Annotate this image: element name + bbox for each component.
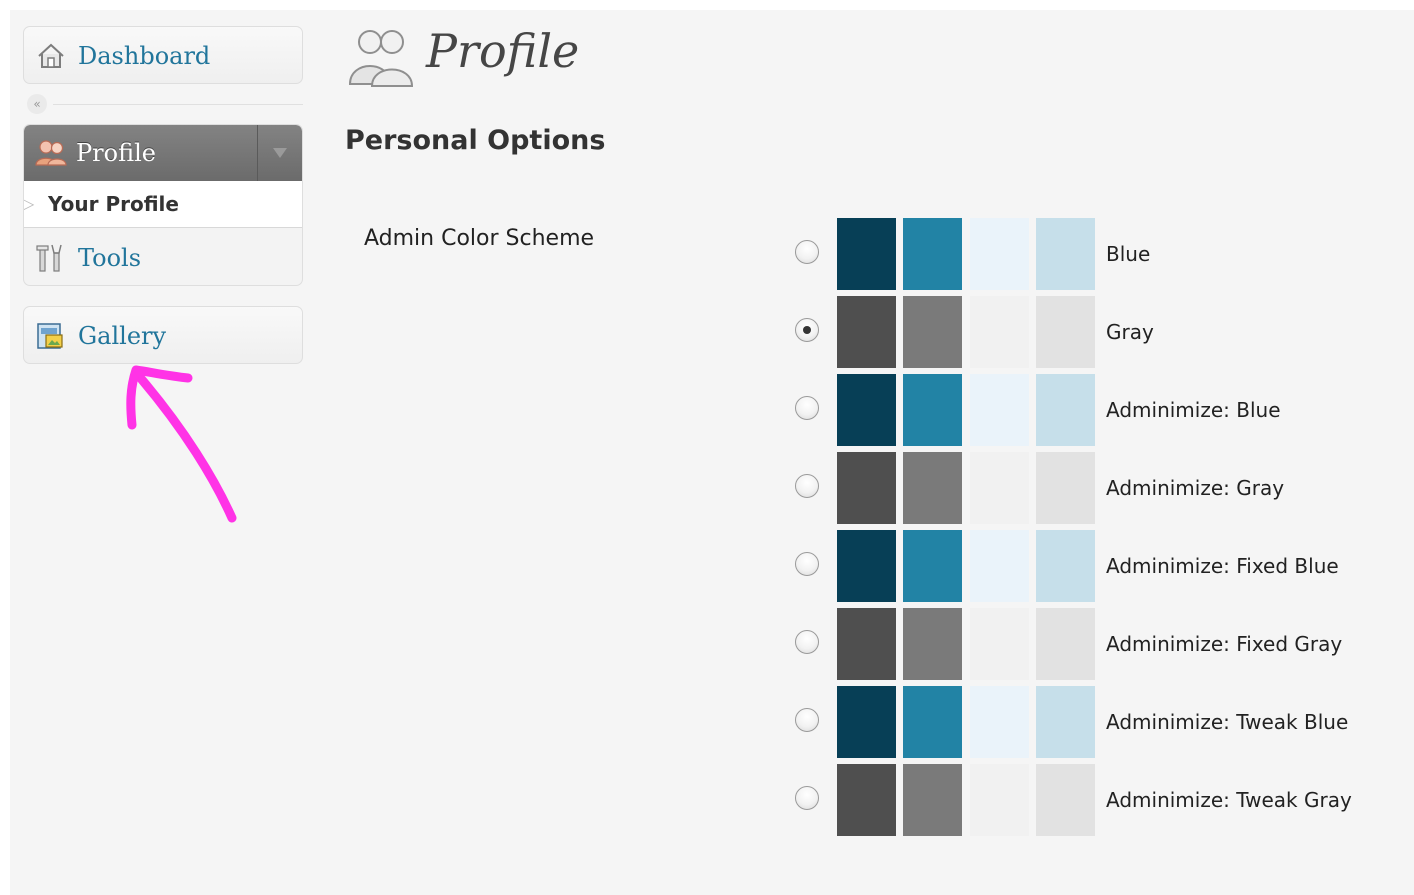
- hand-drawn-arrow-icon: [126, 365, 237, 523]
- color-swatch[interactable]: [903, 452, 962, 524]
- color-scheme-label[interactable]: Gray: [1106, 320, 1154, 344]
- tools-link[interactable]: Tools: [24, 229, 302, 285]
- color-scheme-radio[interactable]: [795, 630, 819, 654]
- dashboard-label: Dashboard: [78, 42, 211, 70]
- profile-menu-label: Profile: [76, 139, 156, 167]
- color-swatch[interactable]: [903, 530, 962, 602]
- color-swatch[interactable]: [1036, 296, 1095, 368]
- color-swatch[interactable]: [837, 218, 896, 290]
- color-swatch[interactable]: [1036, 374, 1095, 446]
- page-title: Profile: [426, 24, 580, 78]
- color-scheme-option[interactable]: Gray: [790, 296, 1410, 368]
- color-swatch[interactable]: [1036, 452, 1095, 524]
- color-swatch[interactable]: [837, 374, 896, 446]
- color-swatch[interactable]: [903, 296, 962, 368]
- color-scheme-option[interactable]: Adminimize: Tweak Gray: [790, 764, 1410, 836]
- color-scheme-label[interactable]: Adminimize: Fixed Blue: [1106, 554, 1339, 578]
- submenu-label: Your Profile: [48, 192, 179, 216]
- admin-color-scheme-label: Admin Color Scheme: [364, 226, 595, 251]
- color-scheme-option[interactable]: Adminimize: Tweak Blue: [790, 686, 1410, 758]
- color-swatch[interactable]: [970, 452, 1029, 524]
- tools-icon: [34, 243, 68, 273]
- color-scheme-option[interactable]: Blue: [790, 218, 1410, 290]
- color-swatch[interactable]: [903, 218, 962, 290]
- color-swatch[interactable]: [1036, 764, 1095, 836]
- color-swatch[interactable]: [903, 374, 962, 446]
- color-scheme-option[interactable]: Adminimize: Fixed Gray: [790, 608, 1410, 680]
- menu-toggle-arrow[interactable]: [257, 125, 302, 181]
- menu-separator: «: [23, 94, 303, 114]
- users-icon: [346, 26, 416, 90]
- gallery-label: Gallery: [78, 322, 167, 350]
- color-swatch[interactable]: [1036, 218, 1095, 290]
- color-scheme-radio[interactable]: [795, 552, 819, 576]
- color-swatch[interactable]: [903, 686, 962, 758]
- color-swatch[interactable]: [903, 608, 962, 680]
- submenu-your-profile[interactable]: ▷ Your Profile: [24, 181, 302, 228]
- color-swatch[interactable]: [837, 686, 896, 758]
- gallery-icon: [34, 321, 68, 351]
- color-swatch[interactable]: [837, 452, 896, 524]
- color-swatch[interactable]: [970, 530, 1029, 602]
- separator-line: [53, 104, 303, 105]
- color-scheme-radio[interactable]: [795, 318, 819, 342]
- color-swatch[interactable]: [837, 530, 896, 602]
- house-icon: [34, 41, 68, 71]
- color-scheme-option[interactable]: Adminimize: Blue: [790, 374, 1410, 446]
- color-scheme-radio[interactable]: [795, 786, 819, 810]
- profile-menu-header[interactable]: Profile: [24, 125, 302, 181]
- color-scheme-option[interactable]: Adminimize: Gray: [790, 452, 1410, 524]
- double-chevron-left-icon[interactable]: «: [27, 94, 47, 114]
- admin-canvas: Dashboard « Profile ▷ Your Profile Tools…: [10, 10, 1414, 895]
- menu-profile-group: Profile ▷ Your Profile Tools: [23, 124, 303, 286]
- menu-dashboard: Dashboard: [23, 26, 303, 84]
- color-swatch[interactable]: [837, 608, 896, 680]
- color-scheme-label[interactable]: Blue: [1106, 242, 1150, 266]
- dashboard-link[interactable]: Dashboard: [24, 27, 302, 85]
- color-swatch[interactable]: [837, 764, 896, 836]
- color-swatch[interactable]: [970, 296, 1029, 368]
- color-scheme-label[interactable]: Adminimize: Tweak Blue: [1106, 710, 1348, 734]
- color-scheme-radio[interactable]: [795, 708, 819, 732]
- current-item-caret-icon: ▷: [23, 194, 35, 213]
- color-scheme-label[interactable]: Adminimize: Gray: [1106, 476, 1284, 500]
- color-swatch[interactable]: [837, 296, 896, 368]
- color-swatch[interactable]: [903, 764, 962, 836]
- users-icon: [34, 138, 68, 168]
- triangle-down-icon: [273, 148, 287, 158]
- color-scheme-label[interactable]: Adminimize: Blue: [1106, 398, 1281, 422]
- color-swatch[interactable]: [1036, 608, 1095, 680]
- color-scheme-label[interactable]: Adminimize: Tweak Gray: [1106, 788, 1352, 812]
- color-swatch[interactable]: [970, 374, 1029, 446]
- color-swatch[interactable]: [970, 218, 1029, 290]
- color-scheme-radio[interactable]: [795, 396, 819, 420]
- color-scheme-radio[interactable]: [795, 474, 819, 498]
- color-scheme-radio[interactable]: [795, 240, 819, 264]
- color-swatch[interactable]: [1036, 686, 1095, 758]
- color-swatch[interactable]: [970, 764, 1029, 836]
- color-swatch[interactable]: [970, 608, 1029, 680]
- color-scheme-option[interactable]: Adminimize: Fixed Blue: [790, 530, 1410, 602]
- color-scheme-label[interactable]: Adminimize: Fixed Gray: [1106, 632, 1342, 656]
- color-swatch[interactable]: [1036, 530, 1095, 602]
- tools-label: Tools: [78, 244, 142, 272]
- color-swatch[interactable]: [970, 686, 1029, 758]
- section-title: Personal Options: [345, 125, 606, 156]
